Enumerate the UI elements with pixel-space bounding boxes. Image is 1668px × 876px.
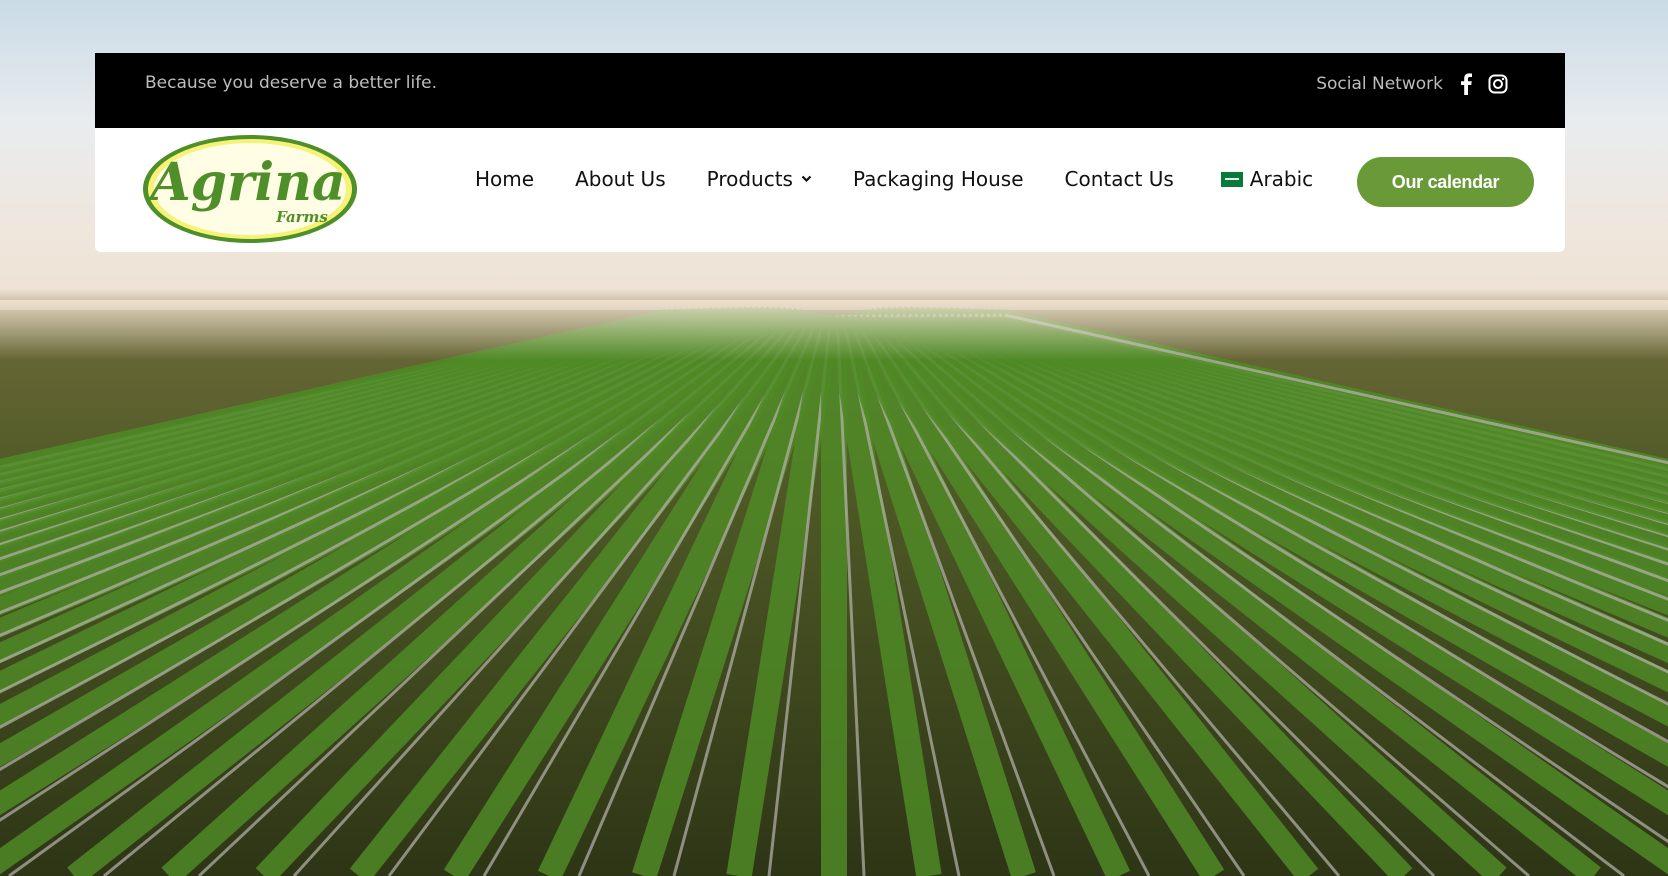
nav-contact-us[interactable]: Contact Us [1065, 167, 1174, 191]
language-label: Arabic [1249, 167, 1314, 191]
primary-nav: Home About Us Products Packaging House C… [475, 164, 1354, 194]
main-navbar: Agrina Farms Home About Us Products Pack… [95, 128, 1565, 252]
nav-packaging-house[interactable]: Packaging House [853, 167, 1024, 191]
nav-home[interactable]: Home [475, 167, 534, 191]
tagline: Because you deserve a better life. [145, 73, 438, 93]
logo-text: Agrina [145, 152, 345, 213]
social-links: Social Network [1316, 73, 1509, 95]
facebook-icon[interactable] [1455, 73, 1477, 95]
our-calendar-button[interactable]: Our calendar [1357, 157, 1534, 207]
saudi-flag-icon [1220, 171, 1243, 187]
nav-products-label: Products [706, 167, 793, 191]
social-network-label: Social Network [1316, 74, 1443, 94]
instagram-icon[interactable] [1487, 73, 1509, 95]
top-bar: Because you deserve a better life. Socia… [95, 53, 1565, 128]
nav-products[interactable]: Products [707, 167, 812, 191]
logo-subtext: Farms [275, 208, 328, 226]
nav-about-us[interactable]: About Us [575, 167, 666, 191]
agrina-logo[interactable]: Agrina Farms [140, 132, 360, 247]
chevron-down-icon [801, 175, 812, 183]
language-switcher[interactable]: Arabic [1220, 167, 1314, 191]
